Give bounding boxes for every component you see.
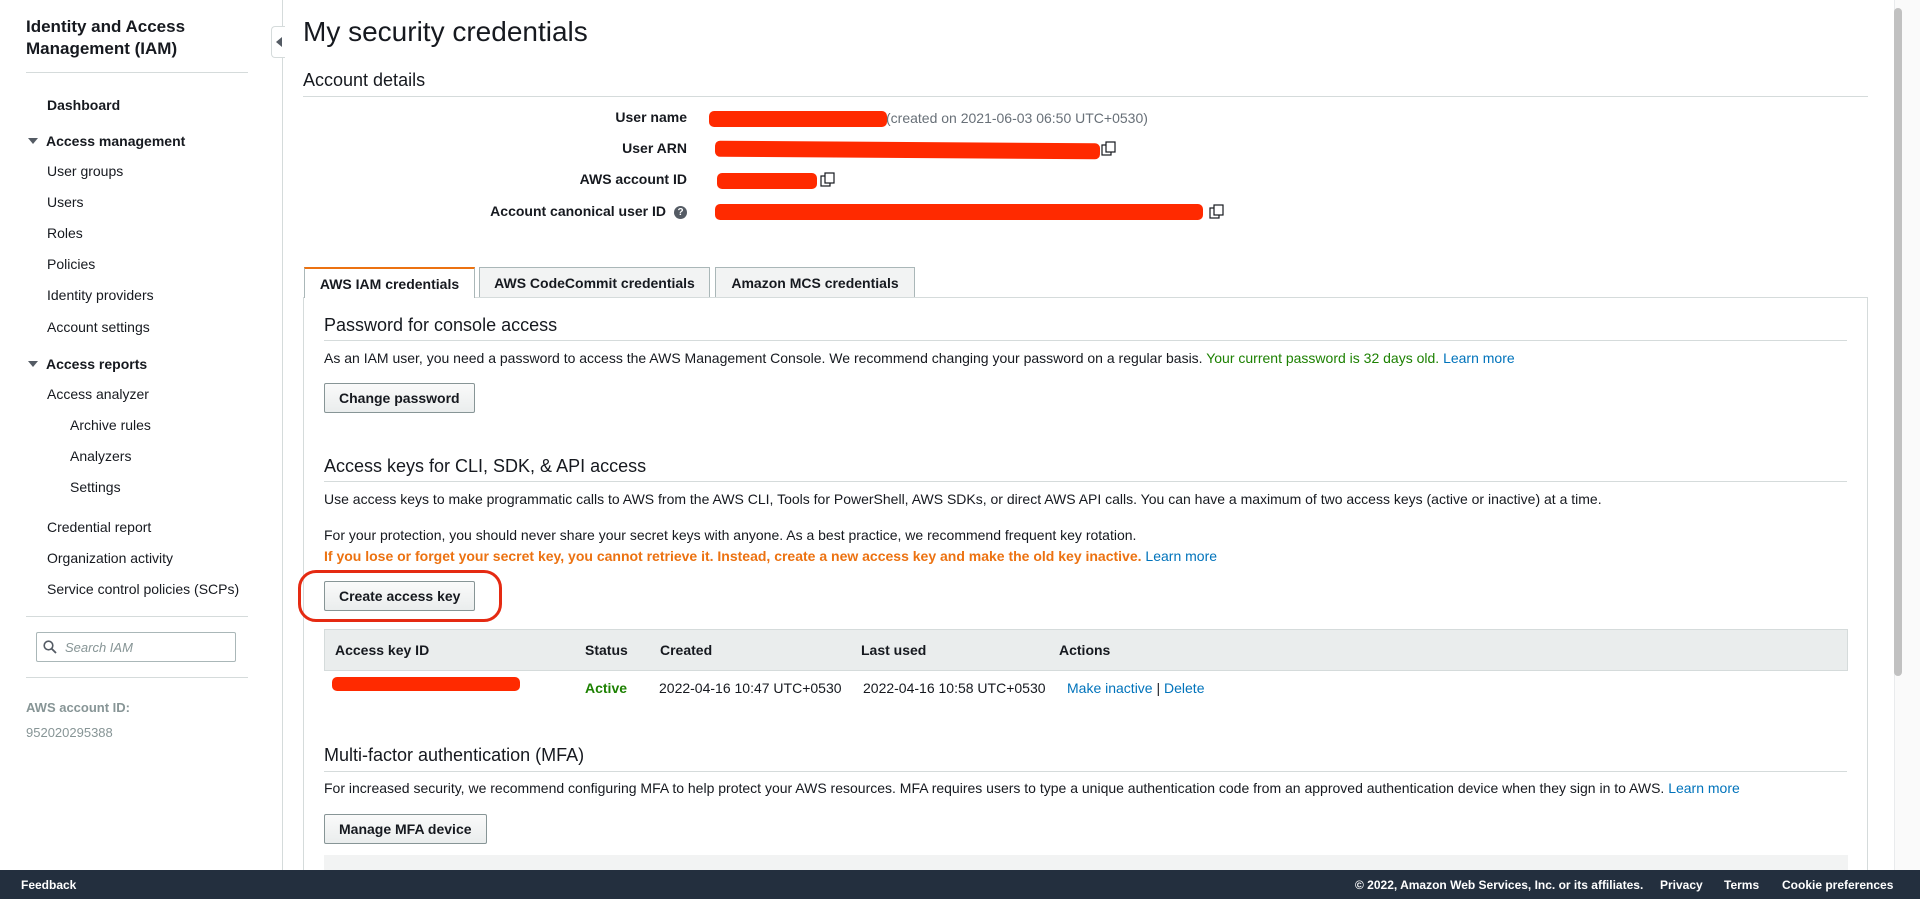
- aws-account-id-label: AWS account ID: [579, 171, 687, 187]
- sidebar-item-analyzers[interactable]: Analyzers: [70, 448, 131, 464]
- sidebar-group-label: Access management: [46, 133, 186, 149]
- scrollbar-thumb[interactable]: [1894, 8, 1902, 676]
- key-last-used: 2022-04-16 10:58 UTC+0530: [863, 680, 1046, 696]
- learn-more-link[interactable]: Learn more: [1443, 350, 1515, 366]
- copy-icon[interactable]: [1209, 204, 1225, 220]
- password-text: As an IAM user, you need a password to a…: [324, 350, 1203, 366]
- caret-left-icon: [275, 37, 282, 47]
- access-keys-warning: If you lose or forget your secret key, y…: [324, 548, 1217, 564]
- learn-more-link[interactable]: Learn more: [1145, 548, 1217, 564]
- caret-down-icon: [28, 361, 38, 368]
- redaction-mark: [717, 173, 817, 189]
- page-title: My security credentials: [303, 16, 588, 47]
- password-heading: Password for console access: [324, 315, 558, 335]
- access-keys-description: Use access keys to make programmatic cal…: [324, 491, 1602, 507]
- user-name-label: User name: [615, 109, 687, 125]
- secret-key-warning: If you lose or forget your secret key, y…: [324, 548, 1142, 564]
- delete-key-link[interactable]: Delete: [1164, 680, 1204, 696]
- user-created-text: (created on 2021-06-03 06:50 UTC+0530): [886, 110, 1148, 126]
- redaction-mark: [715, 204, 1203, 220]
- caret-down-icon: [28, 138, 38, 145]
- key-created: 2022-04-16 10:47 UTC+0530: [659, 680, 842, 696]
- column-access-key-id: Access key ID: [335, 642, 430, 658]
- sidebar-group-access-reports[interactable]: Access reports: [28, 356, 147, 372]
- sidebar: Identity and Access Management (IAM) Das…: [0, 0, 283, 870]
- sidebar-item-analyzer-settings[interactable]: Settings: [70, 479, 121, 495]
- sidebar-group-access-management[interactable]: Access management: [28, 133, 185, 149]
- feedback-link[interactable]: Feedback: [21, 878, 76, 892]
- change-password-button[interactable]: Change password: [324, 383, 475, 413]
- make-inactive-link[interactable]: Make inactive: [1067, 680, 1153, 696]
- divider: [26, 72, 248, 73]
- search-icon: [43, 640, 57, 654]
- help-icon[interactable]: ?: [674, 205, 687, 219]
- sidebar-item-scps[interactable]: Service control policies (SCPs): [47, 581, 239, 597]
- divider: [26, 677, 248, 678]
- terms-link[interactable]: Terms: [1724, 878, 1759, 892]
- mfa-table-header: [324, 855, 1848, 870]
- password-description: As an IAM user, you need a password to a…: [324, 350, 1515, 366]
- mfa-description: For increased security, we recommend con…: [324, 780, 1740, 796]
- privacy-link[interactable]: Privacy: [1660, 878, 1703, 892]
- tab-amazon-mcs-credentials[interactable]: Amazon MCS credentials: [715, 267, 915, 297]
- column-status: Status: [585, 642, 628, 658]
- divider: [26, 616, 248, 617]
- mfa-text: For increased security, we recommend con…: [324, 780, 1665, 796]
- column-last-used: Last used: [861, 642, 927, 658]
- key-status: Active: [585, 680, 628, 696]
- collapse-sidebar-button[interactable]: [271, 26, 285, 58]
- manage-mfa-device-button[interactable]: Manage MFA device: [324, 814, 487, 844]
- canonical-user-id-label: Account canonical user ID?: [303, 203, 687, 219]
- divider: [324, 771, 1847, 772]
- redaction-mark: [332, 677, 520, 691]
- sidebar-title[interactable]: Identity and Access Management (IAM): [26, 16, 246, 60]
- column-actions: Actions: [1059, 642, 1111, 658]
- create-access-key-button[interactable]: Create access key: [324, 581, 476, 611]
- sidebar-item-identity-providers[interactable]: Identity providers: [47, 287, 154, 303]
- redaction-mark: [709, 111, 887, 127]
- password-age-status: Your current password is 32 days old.: [1206, 350, 1440, 366]
- access-keys-heading: Access keys for CLI, SDK, & API access: [324, 456, 647, 476]
- account-details-heading: Account details: [303, 70, 426, 90]
- account-id-value: 952020295388: [26, 725, 113, 740]
- tab-aws-iam-credentials[interactable]: AWS IAM credentials: [304, 267, 475, 298]
- sidebar-item-access-analyzer[interactable]: Access analyzer: [47, 386, 149, 402]
- learn-more-link[interactable]: Learn more: [1668, 780, 1740, 796]
- divider: [324, 481, 1847, 482]
- divider: [303, 96, 1868, 97]
- account-id-label: AWS account ID:: [26, 700, 131, 715]
- sidebar-group-label: Access reports: [46, 356, 148, 372]
- column-created: Created: [660, 642, 713, 658]
- tab-aws-codecommit-credentials[interactable]: AWS CodeCommit credentials: [479, 267, 710, 297]
- sidebar-item-credential-report[interactable]: Credential report: [47, 519, 151, 535]
- sidebar-item-roles[interactable]: Roles: [47, 225, 83, 241]
- sidebar-item-users[interactable]: Users: [47, 194, 84, 210]
- cookie-preferences-link[interactable]: Cookie preferences: [1782, 878, 1893, 892]
- sidebar-item-dashboard[interactable]: Dashboard: [47, 97, 120, 113]
- sidebar-item-archive-rules[interactable]: Archive rules: [70, 417, 151, 433]
- redaction-mark: [714, 140, 1101, 160]
- sidebar-item-account-settings[interactable]: Account settings: [47, 319, 150, 335]
- sidebar-item-user-groups[interactable]: User groups: [47, 163, 123, 179]
- sidebar-item-policies[interactable]: Policies: [47, 256, 95, 272]
- copyright-text: © 2022, Amazon Web Services, Inc. or its…: [1355, 878, 1644, 892]
- access-keys-protection-text: For your protection, you should never sh…: [324, 527, 1137, 543]
- action-separator: |: [1156, 680, 1161, 696]
- access-keys-table-header: Access key ID Status Created Last used A…: [324, 629, 1848, 671]
- mfa-heading: Multi-factor authentication (MFA): [324, 745, 585, 765]
- search-box: [36, 632, 236, 662]
- canonical-user-id-text: Account canonical user ID: [490, 203, 666, 219]
- footer: Feedback © 2022, Amazon Web Services, In…: [0, 870, 1920, 899]
- user-arn-label: User ARN: [622, 140, 687, 156]
- copy-icon[interactable]: [1101, 141, 1117, 157]
- sidebar-item-organization-activity[interactable]: Organization activity: [47, 550, 173, 566]
- key-actions: Make inactive | Delete: [1067, 680, 1204, 696]
- search-input[interactable]: [63, 638, 227, 656]
- copy-icon[interactable]: [820, 172, 836, 188]
- divider: [324, 340, 1847, 341]
